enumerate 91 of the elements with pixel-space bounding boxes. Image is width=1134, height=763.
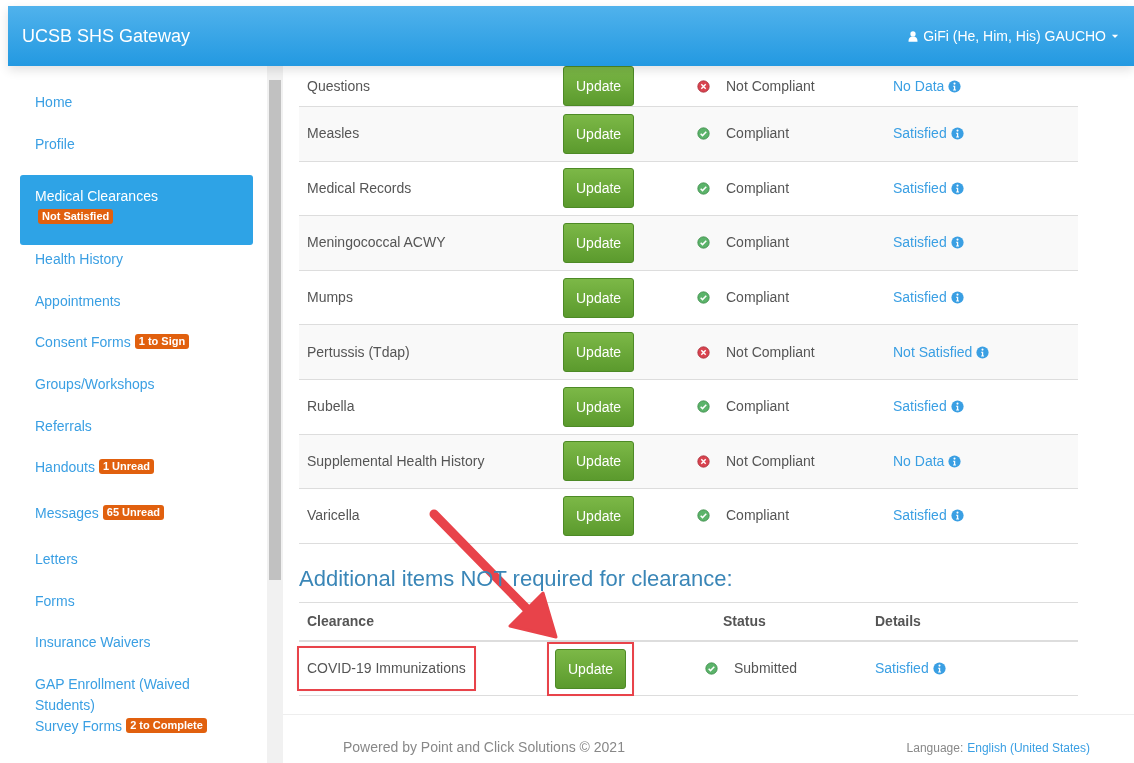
update-button[interactable]: Update	[563, 386, 635, 427]
update-button[interactable]: Update	[563, 441, 635, 482]
clearance-name: Questions	[307, 77, 371, 94]
check-icon	[697, 509, 710, 523]
update-button[interactable]: Update	[563, 495, 635, 536]
sidebar-item[interactable]: Medical Clearances Not Satisfied	[20, 175, 253, 246]
sidebar-item[interactable]: Consent Forms 1 to Sign	[20, 332, 253, 374]
footer-text: Powered by Point and Click Solutions © 2021	[343, 738, 625, 758]
status-text: Not Compliant	[726, 76, 815, 96]
count-badge: 65 Unread	[102, 505, 164, 521]
details-link[interactable]: Satisfied	[893, 505, 964, 527]
clearance-name: Medical Records	[307, 179, 412, 196]
clearance-name: Meningococcal ACWY	[307, 234, 446, 251]
user-menu[interactable]: GiFi (He, Him, His) GAUCHO	[907, 25, 1120, 47]
sidebar-item[interactable]: Home	[20, 92, 253, 134]
sidebar-item[interactable]: Insurance Waivers	[20, 632, 253, 674]
update-button[interactable]: Update	[563, 223, 635, 263]
check-icon	[697, 400, 710, 414]
clearance-name: Supplemental Health History	[307, 452, 485, 469]
info-icon	[950, 236, 964, 250]
clearance-name: Measles	[307, 125, 360, 142]
update-button[interactable]: Update	[563, 332, 635, 373]
info-icon	[950, 509, 964, 523]
sidebar-item[interactable]: GAP Enrollment (Waived Students)	[20, 673, 253, 716]
details-link[interactable]: Satisfied	[893, 177, 964, 199]
details-link[interactable]: Satisfied	[893, 396, 964, 418]
count-badge: 1 to Sign	[134, 334, 190, 350]
details-link[interactable]: Not Satisfied	[893, 341, 990, 363]
details-link[interactable]: Satisfied	[893, 287, 964, 309]
update-button[interactable]: Update	[563, 168, 635, 209]
clearance-name: COVID-19 Immunizations	[299, 648, 474, 690]
info-icon	[950, 181, 964, 195]
clearance-name: Rubella	[307, 398, 355, 415]
status-text: Compliant	[726, 233, 790, 253]
status-text: Compliant	[726, 506, 790, 526]
update-button[interactable]: Update	[563, 113, 635, 154]
error-icon	[697, 454, 710, 468]
status-text: Not Compliant	[726, 342, 815, 362]
app-title: UCSB SHS Gateway	[22, 24, 191, 48]
column-header: Details	[875, 613, 921, 630]
details-link[interactable]: Satisfied	[875, 658, 946, 680]
user-icon	[907, 29, 920, 43]
status-text: Not Compliant	[726, 451, 815, 471]
clearance-name: Mumps	[307, 289, 353, 306]
details-link[interactable]: No Data	[893, 450, 962, 472]
info-icon	[950, 127, 964, 141]
language-link[interactable]: English (United States)	[967, 738, 1090, 757]
scrollbar-thumb[interactable]	[269, 80, 281, 580]
status-text: Compliant	[726, 124, 790, 144]
info-icon	[950, 400, 964, 414]
status-text: Compliant	[726, 397, 790, 417]
sidebar-item[interactable]: Health History	[20, 249, 253, 291]
language-label: Language:	[906, 739, 964, 757]
info-icon	[976, 345, 990, 359]
sidebar-item[interactable]: Survey Forms 2 to Complete	[20, 715, 253, 762]
status-text: Compliant	[726, 178, 790, 198]
sidebar-item[interactable]: Handouts 1 Unread	[20, 457, 253, 504]
sidebar-item[interactable]: Letters	[20, 549, 253, 591]
update-button[interactable]: Update	[563, 66, 635, 106]
sidebar-item[interactable]: Referrals	[20, 415, 253, 458]
check-icon	[697, 181, 710, 195]
count-badge: 1 Unread	[98, 459, 154, 475]
info-icon	[932, 662, 946, 676]
sidebar-item[interactable]: Profile	[20, 133, 253, 176]
status-text: Compliant	[726, 288, 790, 308]
details-link[interactable]: No Data	[893, 75, 962, 97]
column-header: Status	[723, 613, 766, 630]
count-badge: Not Satisfied	[38, 209, 114, 225]
check-icon	[697, 291, 710, 305]
details-link[interactable]: Satisfied	[893, 123, 964, 145]
check-icon	[697, 127, 710, 141]
info-icon	[948, 79, 962, 93]
info-icon	[948, 454, 962, 468]
sidebar-item[interactable]: Appointments	[20, 290, 253, 333]
clearance-name: Varicella	[307, 507, 360, 524]
scrollbar[interactable]	[267, 66, 283, 763]
update-button[interactable]: Update	[555, 648, 627, 689]
error-icon	[697, 79, 710, 93]
status-text: Submitted	[734, 659, 798, 679]
check-icon	[705, 662, 718, 676]
sidebar-item[interactable]: Forms	[20, 590, 253, 633]
count-badge: 2 to Complete	[126, 717, 207, 733]
details-link[interactable]: Satisfied	[893, 232, 964, 254]
clearance-name: Pertussis (Tdap)	[307, 343, 410, 360]
info-icon	[950, 291, 964, 305]
check-icon	[697, 236, 710, 250]
error-icon	[697, 345, 710, 359]
column-header: Clearance	[307, 613, 374, 630]
update-button[interactable]: Update	[563, 277, 635, 318]
sidebar-item[interactable]: Messages 65 Unread	[20, 503, 253, 550]
sidebar-item[interactable]: Groups/Workshops	[20, 373, 253, 416]
